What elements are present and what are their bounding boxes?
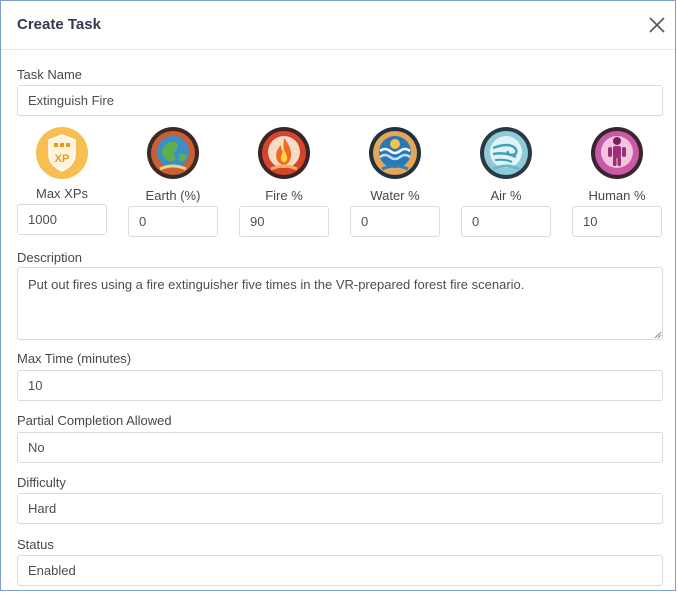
human-label: Human % [588,188,646,203]
dialog-header: Create Task [1,1,675,50]
partial-completion-select[interactable]: No [17,432,663,463]
fire-input[interactable]: 90 [239,206,329,237]
wind-swirl-icon [480,127,532,179]
max-xps-label: Max XPs [35,186,88,201]
earth-label: Earth (%) [145,188,201,203]
create-task-dialog: Create Task Task Name Extinguish Fire XP [0,0,676,591]
max-time-input[interactable]: 10 [17,370,663,401]
air-input[interactable]: 0 [461,206,551,237]
status-label: Status [17,537,54,552]
fire-label: Fire % [265,188,303,203]
dialog-title: Create Task [17,16,101,33]
close-icon[interactable] [647,15,667,35]
water-label: Water % [370,188,420,203]
water-wave-icon [369,127,421,179]
partial-completion-label: Partial Completion Allowed [17,413,172,428]
max-xps-input[interactable]: 1000 [17,204,107,235]
air-label: Air % [490,188,522,203]
water-input[interactable]: 0 [350,206,440,237]
fire-flame-icon [258,127,310,179]
resize-grip-icon[interactable] [654,331,662,339]
earth-input[interactable]: 0 [128,206,218,237]
human-input[interactable]: 10 [572,206,662,237]
description-textarea[interactable]: Put out fires using a fire extinguisher … [17,267,663,340]
xp-shield-icon: XP [36,127,88,179]
difficulty-label: Difficulty [17,475,66,490]
task-name-label: Task Name [17,67,83,82]
max-time-label: Max Time (minutes) [17,351,132,366]
task-name-input[interactable]: Extinguish Fire [17,85,663,116]
status-select[interactable]: Enabled [17,555,663,586]
svg-text:XP: XP [55,153,70,165]
description-label: Description [17,250,83,265]
human-figure-icon [591,127,643,179]
difficulty-select[interactable]: Hard [17,493,663,524]
earth-globe-icon [147,127,199,179]
